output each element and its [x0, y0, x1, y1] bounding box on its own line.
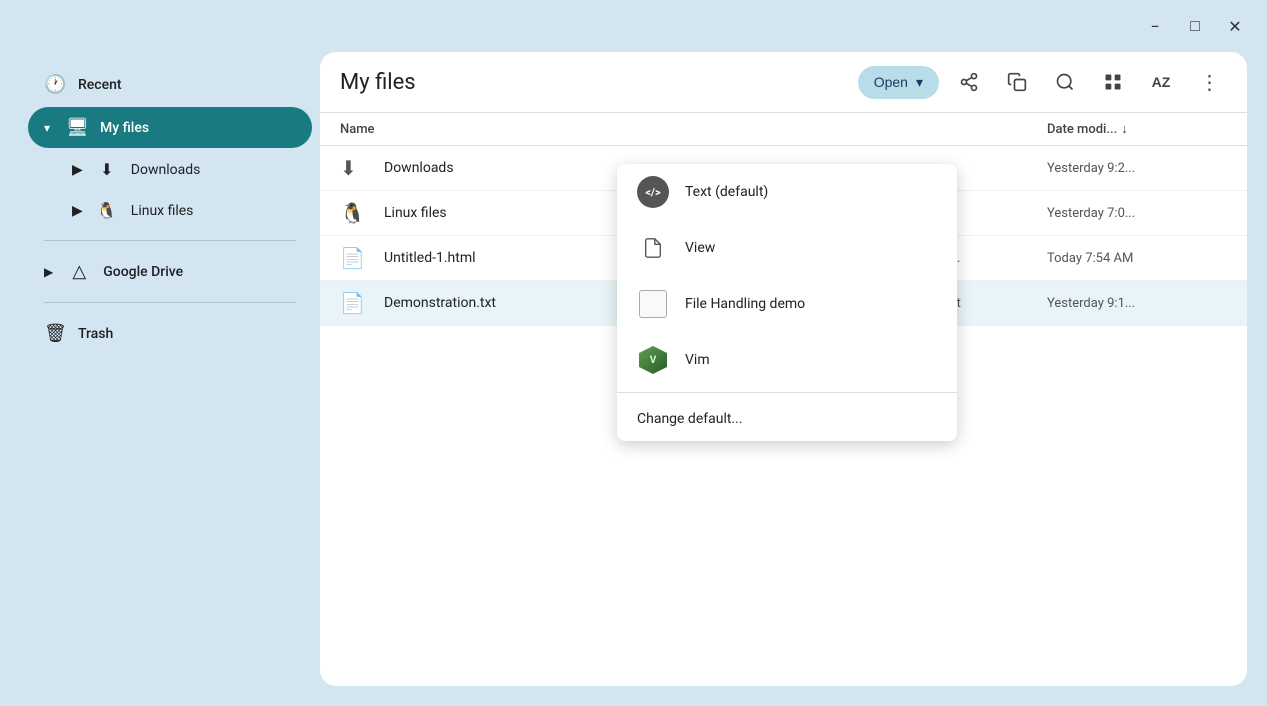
file-handling-icon	[637, 288, 669, 320]
linux-file-icon: 🐧	[340, 201, 372, 225]
file-list-header: Name Date modi... ↓	[320, 113, 1247, 146]
share-button[interactable]	[951, 64, 987, 100]
sidebar-item-trash[interactable]: 🗑 Trash	[28, 313, 312, 354]
computer-icon: 🖥	[66, 117, 86, 138]
demo-file-icon: 📄	[340, 291, 372, 315]
sidebar-item-googledrive[interactable]: ▶ △ Google Drive	[28, 251, 312, 292]
header-date[interactable]: Date modi... ↓	[1047, 121, 1227, 137]
sidebar-googledrive-label: Google Drive	[103, 264, 183, 280]
chevron-right-icon: ▶	[72, 162, 83, 178]
open-dropdown-menu: </> Text (default) View File Handling de…	[617, 164, 957, 441]
share-icon	[959, 72, 979, 92]
clock-icon: 🕐	[44, 74, 64, 95]
sidebar-item-myfiles[interactable]: ▾ 🖥 My files	[28, 107, 312, 148]
sort-button[interactable]: AZ	[1143, 64, 1179, 100]
sort-icon: AZ	[1152, 74, 1171, 90]
close-button[interactable]: ✕	[1219, 10, 1251, 42]
box-icon	[639, 290, 667, 318]
sidebar-item-linux[interactable]: ▶ 🐧 Linux files	[28, 191, 312, 230]
titlebar: − □ ✕	[0, 0, 1267, 52]
grid-view-button[interactable]	[1095, 64, 1131, 100]
dropdown-item-file-handling[interactable]: File Handling demo	[617, 276, 957, 332]
sidebar-item-downloads[interactable]: ▶ ⬇ Downloads	[28, 150, 312, 189]
file-date-html: Today 7:54 AM	[1047, 251, 1227, 266]
open-dropdown-arrow: ▾	[916, 74, 923, 91]
document-icon	[642, 237, 664, 259]
sidebar-item-recent[interactable]: 🕐 Recent	[28, 64, 312, 105]
view-icon	[637, 232, 669, 264]
chevron-right-icon2: ▶	[72, 203, 83, 219]
dropdown-label-file-handling: File Handling demo	[685, 296, 805, 312]
trash-icon: 🗑	[44, 323, 64, 344]
search-icon	[1055, 72, 1075, 92]
copy-button[interactable]	[999, 64, 1035, 100]
download-file-icon: ⬇	[340, 156, 372, 180]
toolbar: My files Open ▾	[320, 52, 1247, 113]
vim-icon-container: V	[637, 344, 669, 376]
sidebar-recent-label: Recent	[78, 77, 122, 93]
more-options-button[interactable]: ⋮	[1191, 64, 1227, 100]
minimize-button[interactable]: −	[1139, 10, 1171, 42]
maximize-button[interactable]: □	[1179, 10, 1211, 42]
sidebar-myfiles-label: My files	[100, 120, 149, 136]
grid-icon	[1103, 72, 1123, 92]
chevron-down-icon: ▾	[44, 121, 50, 135]
dropdown-label-text-default: Text (default)	[685, 184, 768, 200]
dropdown-item-view[interactable]: View	[617, 220, 957, 276]
file-date-demo: Yesterday 9:1...	[1047, 296, 1227, 311]
sidebar: 🕐 Recent ▾ 🖥 My files ▶ ⬇ Downloads ▶ 🐧 …	[20, 52, 320, 686]
file-date-downloads: Yesterday 9:2...	[1047, 161, 1227, 176]
search-button[interactable]	[1047, 64, 1083, 100]
code-icon: </>	[637, 176, 669, 208]
more-icon: ⋮	[1200, 70, 1219, 95]
sidebar-divider1	[44, 240, 296, 241]
html-file-icon: 📄	[340, 246, 372, 270]
sidebar-downloads-label: Downloads	[131, 162, 201, 178]
sidebar-linux-label: Linux files	[131, 203, 194, 219]
copy-icon	[1007, 72, 1027, 92]
vim-icon: V	[637, 344, 669, 376]
header-name: Name	[340, 122, 787, 137]
drive-icon: △	[69, 261, 89, 282]
dropdown-item-text-default[interactable]: </> Text (default)	[617, 164, 957, 220]
sidebar-trash-label: Trash	[78, 326, 113, 342]
file-date-linux: Yesterday 7:0...	[1047, 206, 1227, 221]
page-title: My files	[340, 70, 846, 95]
text-default-icon: </>	[637, 176, 669, 208]
sidebar-divider2	[44, 302, 296, 303]
dropdown-label-view: View	[685, 240, 715, 256]
open-button-label: Open	[874, 74, 908, 90]
open-button[interactable]: Open ▾	[858, 66, 939, 99]
download-icon: ⬇	[97, 160, 117, 179]
dropdown-change-default[interactable]: Change default...	[617, 397, 957, 441]
dropdown-label-vim: Vim	[685, 352, 710, 368]
linux-icon: 🐧	[97, 201, 117, 220]
dropdown-divider	[617, 392, 957, 393]
chevron-right-icon3: ▶	[44, 265, 53, 279]
dropdown-item-vim[interactable]: V Vim	[617, 332, 957, 388]
